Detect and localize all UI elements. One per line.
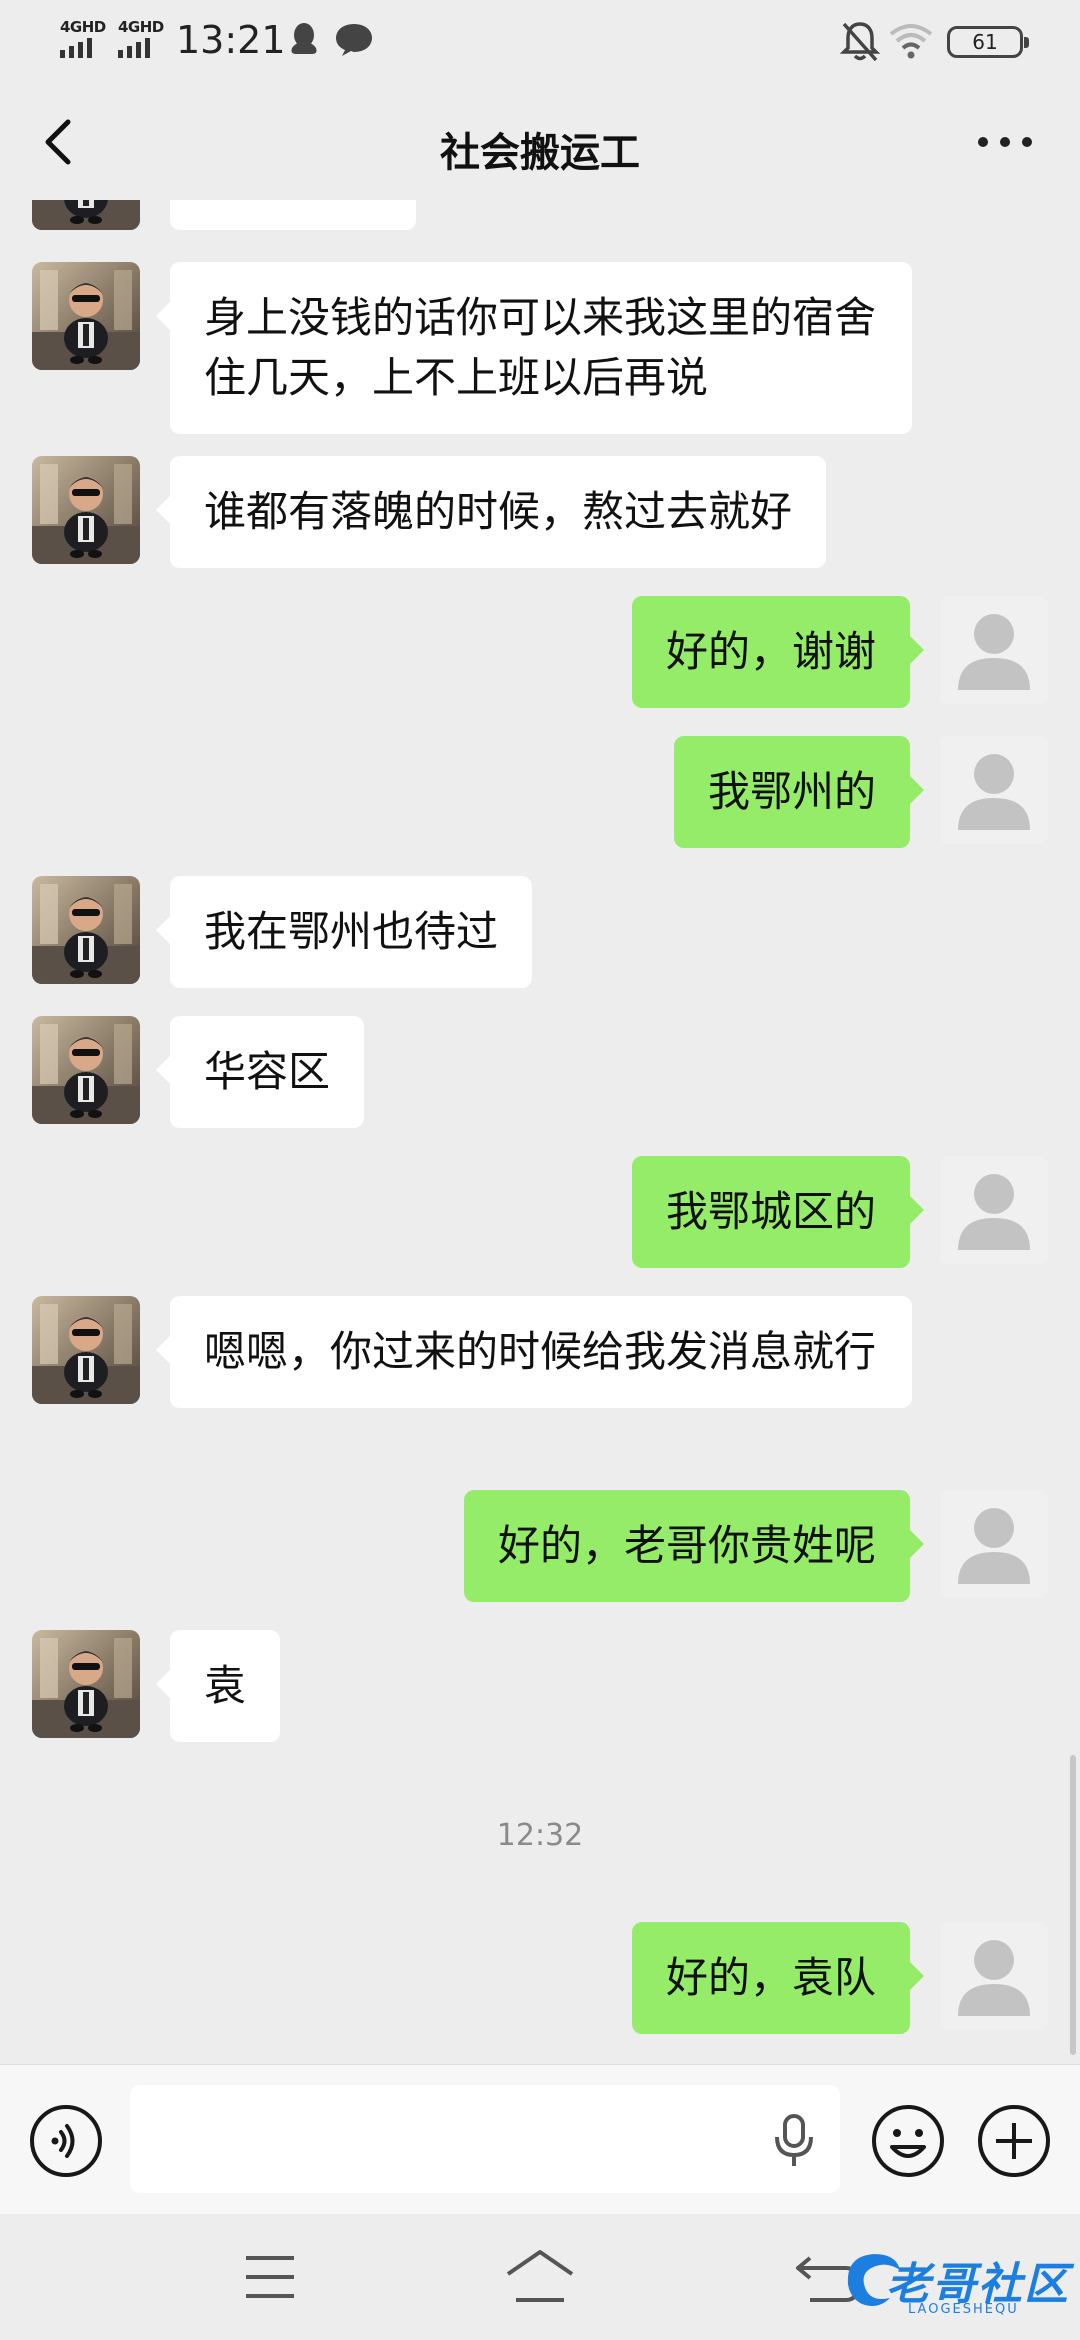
network-indicator-1: 4GHD bbox=[58, 18, 110, 60]
message-icon bbox=[336, 24, 372, 56]
message-bubble-outgoing[interactable]: 好的，老哥你贵姓呢 bbox=[463, 1490, 925, 1602]
message-bubble-outgoing[interactable]: 好的，谢谢 bbox=[631, 596, 925, 708]
contact-avatar[interactable] bbox=[32, 262, 140, 370]
wifi-icon bbox=[889, 24, 933, 59]
self-avatar[interactable] bbox=[940, 1156, 1048, 1264]
status-bar: 4GHD 4GHD 13:21 61 bbox=[0, 0, 1080, 84]
network-label-2: 4GHD bbox=[118, 18, 164, 36]
self-avatar[interactable] bbox=[940, 1490, 1048, 1598]
message-bubble-outgoing[interactable]: 好的，袁队 bbox=[631, 1922, 925, 2034]
battery-level: 61 bbox=[972, 30, 998, 54]
battery-icon: 61 bbox=[947, 26, 1029, 58]
contact-avatar[interactable] bbox=[32, 200, 140, 230]
self-avatar[interactable] bbox=[940, 1922, 1048, 2030]
emoji-icon[interactable] bbox=[870, 2103, 946, 2179]
contact-avatar[interactable] bbox=[32, 876, 140, 984]
chat-scrollbar[interactable] bbox=[1070, 1755, 1076, 2055]
qq-icon bbox=[291, 23, 317, 54]
contact-avatar[interactable] bbox=[32, 1630, 140, 1738]
message-timestamp: 12:32 bbox=[496, 1818, 584, 1853]
menu-icon[interactable] bbox=[230, 2244, 310, 2310]
signal-icon bbox=[118, 38, 150, 58]
network-label-1: 4GHD bbox=[60, 18, 106, 36]
message-bubble-incoming[interactable]: 嗯嗯，你过来的时候给我发消息就行 bbox=[156, 1296, 912, 1408]
plus-icon[interactable] bbox=[976, 2103, 1052, 2179]
contact-avatar[interactable] bbox=[32, 456, 140, 564]
signal-icon bbox=[60, 38, 92, 58]
message-bubble-partial bbox=[170, 200, 416, 230]
self-avatar[interactable] bbox=[940, 596, 1048, 704]
message-bubble-incoming[interactable]: 华容区 bbox=[155, 1016, 365, 1128]
message-input[interactable] bbox=[130, 2085, 840, 2193]
contact-avatar[interactable] bbox=[32, 1296, 140, 1404]
status-time: 13:21 bbox=[176, 18, 286, 62]
title-bar: 社会搬运工 bbox=[0, 84, 1080, 214]
contact-avatar[interactable] bbox=[32, 1016, 140, 1124]
message-bubble-incoming[interactable]: 袁 bbox=[155, 1630, 281, 1742]
message-bubble-outgoing[interactable]: 我鄂城区的 bbox=[631, 1156, 925, 1268]
mic-icon[interactable] bbox=[772, 2113, 816, 2169]
message-bubble-incoming[interactable]: 身上没钱的话你可以来我这里的宿舍住几天，上不上班以后再说 bbox=[156, 262, 912, 434]
self-avatar[interactable] bbox=[940, 736, 1048, 844]
message-bubble-outgoing[interactable]: 我鄂州的 bbox=[673, 736, 925, 848]
voice-icon[interactable] bbox=[28, 2103, 104, 2179]
mute-icon bbox=[840, 22, 880, 62]
home-icon[interactable] bbox=[500, 2244, 580, 2310]
watermark: 老哥社区 LAOGESHEQU bbox=[838, 2240, 1074, 2330]
more-dots-icon[interactable] bbox=[970, 112, 1040, 172]
page-title: 社会搬运工 bbox=[440, 130, 640, 176]
network-indicator-2: 4GHD bbox=[116, 18, 168, 60]
message-bubble-incoming[interactable]: 我在鄂州也待过 bbox=[155, 876, 533, 988]
chat-area[interactable]: 身上没钱的话你可以来我这里的宿舍住几天，上不上班以后再说 谁都有落魄的时候，熬过… bbox=[0, 200, 1080, 2064]
watermark-subtext: LAOGESHEQU bbox=[908, 2302, 1019, 2317]
message-bubble-incoming[interactable]: 谁都有落魄的时候，熬过去就好 bbox=[155, 456, 827, 568]
input-bar bbox=[0, 2064, 1080, 2214]
